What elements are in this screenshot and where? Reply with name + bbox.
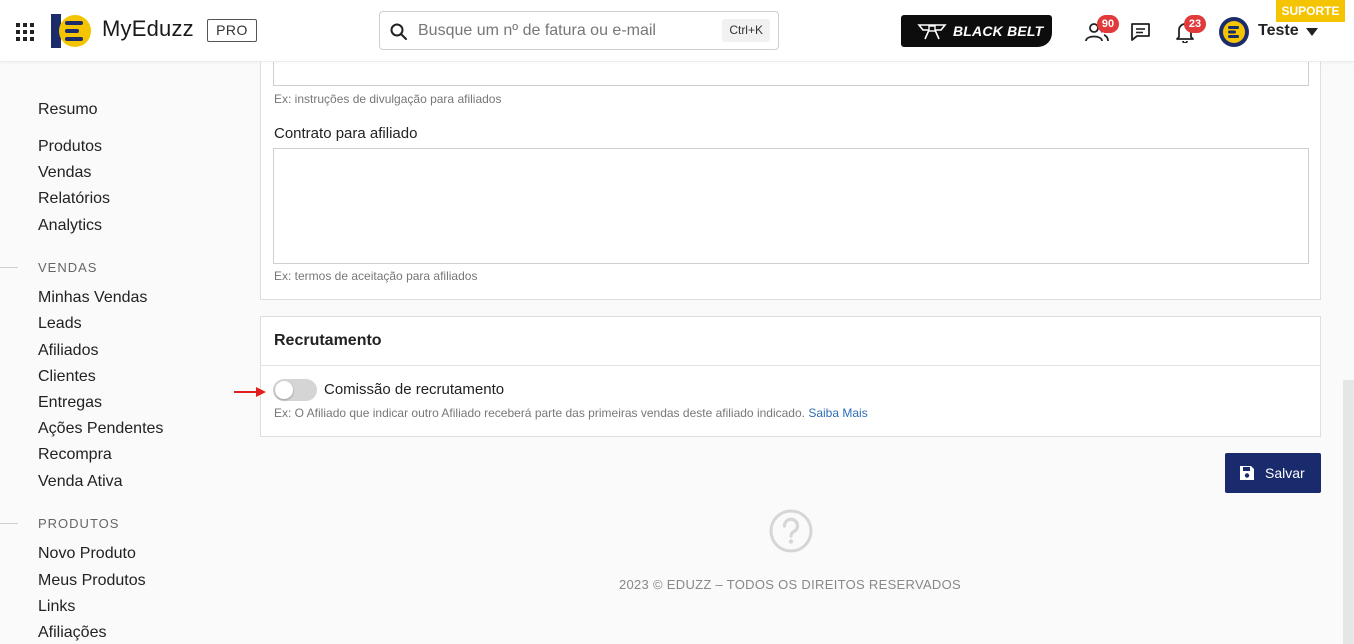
contract-help: Ex: termos de aceitação para afiliados — [274, 269, 478, 283]
pointer-arrow-icon — [234, 387, 266, 397]
sidebar-item-minhas-vendas[interactable]: Minhas Vendas — [38, 289, 147, 307]
sidebar-item-venda-ativa[interactable]: Venda Ativa — [38, 473, 123, 491]
search-shortcut: Ctrl+K — [722, 19, 770, 42]
sidebar-section-vendas: VENDAS — [38, 260, 98, 275]
footer-copyright: 2023 © EDUZZ – TODOS OS DIREITOS RESERVA… — [618, 577, 962, 592]
sidebar-item-afiliados[interactable]: Afiliados — [38, 342, 98, 360]
recruitment-commission-toggle[interactable] — [273, 379, 317, 401]
sidebar-section-produtos: PRODUTOS — [38, 516, 120, 531]
affiliates-count-badge: 90 — [1097, 15, 1119, 33]
chat-icon[interactable] — [1130, 22, 1151, 42]
recruitment-toggle-label: Comissão de recrutamento — [324, 381, 505, 398]
instructions-help: Ex: instruções de divulgação para afilia… — [274, 92, 502, 106]
search-box[interactable]: Ctrl+K — [379, 11, 779, 50]
top-header: MyEduzz PRO Ctrl+K BLACK BELT 90 23 — [0, 0, 1354, 62]
sidebar-item-links[interactable]: Links — [38, 598, 75, 616]
scrollbar[interactable] — [1343, 380, 1354, 644]
sidebar-item-meus-produtos[interactable]: Meus Produtos — [38, 572, 146, 590]
recruitment-card: Recrutamento Comissão de recrutamento Ex… — [260, 316, 1321, 437]
sidebar-item-resumo[interactable]: Resumo — [38, 101, 98, 119]
user-name[interactable]: Teste — [1258, 22, 1299, 40]
contract-label: Contrato para afiliado — [274, 125, 418, 142]
save-button-label: Salvar — [1265, 465, 1305, 481]
sidebar-item-entregas[interactable]: Entregas — [38, 394, 102, 412]
sidebar-item-leads[interactable]: Leads — [38, 315, 82, 333]
chevron-down-icon[interactable] — [1306, 28, 1318, 36]
sidebar-divider — [0, 523, 18, 524]
learn-more-link[interactable]: Saiba Mais — [808, 406, 867, 420]
contract-textarea[interactable] — [273, 148, 1309, 264]
sidebar-item-recompra[interactable]: Recompra — [38, 446, 112, 464]
search-icon — [390, 23, 407, 40]
toggle-knob — [275, 381, 293, 399]
search-input[interactable] — [418, 12, 718, 49]
recruitment-title: Recrutamento — [274, 332, 382, 349]
eduzz-logo-icon[interactable] — [51, 12, 91, 50]
sidebar-divider — [0, 267, 18, 268]
sidebar-item-vendas[interactable]: Vendas — [38, 164, 91, 182]
sidebar-item-acoes-pendentes[interactable]: Ações Pendentes — [38, 420, 163, 438]
save-button[interactable]: Salvar — [1225, 453, 1321, 493]
brand-name[interactable]: MyEduzz — [102, 16, 194, 42]
sidebar-item-afiliacoes[interactable]: Afiliações — [38, 624, 106, 642]
belt-icon — [917, 24, 947, 40]
sidebar: Resumo Produtos Vendas Relatórios Analyt… — [0, 62, 240, 644]
black-belt-label: BLACK BELT — [953, 23, 1044, 39]
sidebar-item-analytics[interactable]: Analytics — [38, 217, 102, 235]
floppy-disk-icon — [1240, 466, 1254, 480]
plan-badge: PRO — [207, 19, 257, 42]
sidebar-item-produtos[interactable]: Produtos — [38, 138, 102, 156]
support-button[interactable]: SUPORTE — [1276, 0, 1345, 22]
user-avatar[interactable] — [1219, 17, 1249, 47]
card-divider — [261, 365, 1320, 366]
apps-grid-icon[interactable] — [16, 23, 34, 41]
help-question-icon[interactable] — [768, 508, 814, 554]
sidebar-item-clientes[interactable]: Clientes — [38, 368, 96, 386]
recruitment-help: Ex: O Afiliado que indicar outro Afiliad… — [274, 406, 868, 420]
black-belt-button[interactable]: BLACK BELT — [901, 15, 1052, 47]
eduzz-avatar-icon — [1223, 21, 1245, 43]
notifications-count-badge: 23 — [1184, 15, 1206, 33]
recruitment-help-text: Ex: O Afiliado que indicar outro Afiliad… — [274, 406, 805, 420]
sidebar-item-relatorios[interactable]: Relatórios — [38, 190, 110, 208]
affiliate-settings-card: Ex: instruções de divulgação para afilia… — [260, 40, 1321, 300]
sidebar-item-novo-produto[interactable]: Novo Produto — [38, 545, 136, 563]
